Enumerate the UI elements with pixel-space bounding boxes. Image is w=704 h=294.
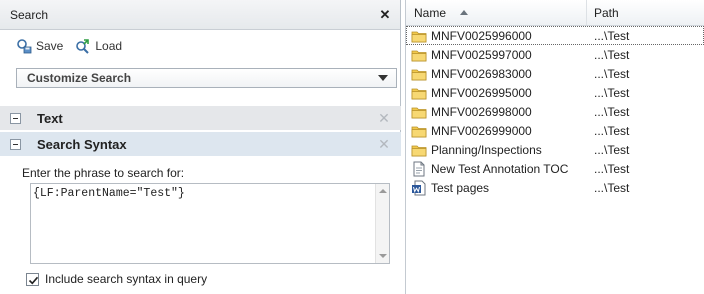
row-name-label: Planning/Inspections bbox=[431, 142, 542, 157]
cell-name: MNFV0026995000 bbox=[406, 85, 587, 101]
phrase-label: Enter the phrase to search for: bbox=[22, 166, 185, 180]
close-icon[interactable]: ✕ bbox=[378, 7, 392, 22]
remove-section-icon[interactable]: ✕ bbox=[377, 110, 391, 127]
save-button[interactable]: Save bbox=[16, 38, 63, 54]
cell-path: ...\Test bbox=[594, 85, 630, 100]
folder-icon bbox=[411, 47, 427, 63]
cell-name: MNFV0026983000 bbox=[406, 66, 587, 82]
file-list-rows: MNFV0025996000 ...\Test MNFV0025997000 ...\… bbox=[406, 26, 704, 197]
table-row[interactable]: MNFV0025996000 ...\Test bbox=[406, 26, 704, 45]
folder-icon bbox=[411, 66, 427, 82]
load-button[interactable]: Load bbox=[75, 38, 122, 54]
collapse-icon[interactable] bbox=[10, 112, 21, 124]
cell-name: New Test Annotation TOC bbox=[406, 161, 587, 177]
search-toolbar: Save Load bbox=[16, 38, 122, 54]
folder-icon bbox=[411, 142, 427, 158]
scroll-down-icon[interactable] bbox=[379, 254, 387, 258]
phrase-textarea[interactable]: {LF:ParentName="Test"} bbox=[30, 183, 390, 264]
column-name-label: Name bbox=[414, 5, 447, 20]
cell-path: ...\Test bbox=[594, 28, 630, 43]
row-name-label: Test pages bbox=[431, 180, 490, 195]
search-panel: Search ✕ Save Load Customize Search Text… bbox=[0, 0, 401, 294]
include-syntax-checkbox[interactable] bbox=[26, 272, 39, 286]
table-row[interactable]: MNFV0026998000 ...\Test bbox=[406, 102, 704, 121]
cell-path: ...\Test bbox=[594, 161, 630, 176]
search-panel-title: Search bbox=[10, 7, 49, 22]
cell-name: MNFV0025996000 bbox=[406, 28, 587, 44]
document-icon bbox=[411, 161, 427, 177]
save-icon bbox=[17, 39, 32, 54]
column-header-name[interactable]: Name bbox=[406, 0, 587, 25]
search-panel-header: Search ✕ bbox=[0, 0, 400, 30]
load-icon bbox=[76, 39, 90, 54]
cell-path: ...\Test bbox=[594, 47, 630, 62]
table-row[interactable]: MNFV0025997000 ...\Test bbox=[406, 45, 704, 64]
folder-icon bbox=[411, 123, 427, 139]
table-row[interactable]: New Test Annotation TOC ...\Test bbox=[406, 159, 704, 178]
row-name-label: MNFV0025996000 bbox=[431, 28, 532, 43]
phrase-value: {LF:ParentName="Test"} bbox=[33, 187, 185, 200]
customize-search-dropdown[interactable]: Customize Search bbox=[16, 68, 397, 88]
table-row[interactable]: MNFV0026983000 ...\Test bbox=[406, 64, 704, 83]
checkmark-icon bbox=[28, 276, 39, 284]
column-path-label: Path bbox=[594, 5, 619, 20]
cell-path: ...\Test bbox=[594, 180, 630, 195]
row-name-label: MNFV0025997000 bbox=[431, 47, 532, 62]
sort-ascending-icon bbox=[460, 10, 469, 15]
folder-icon bbox=[411, 28, 427, 44]
row-name-label: MNFV0026995000 bbox=[431, 85, 532, 100]
vertical-scrollbar[interactable] bbox=[375, 184, 389, 263]
table-row[interactable]: Test pages ...\Test bbox=[406, 178, 704, 197]
cell-path: ...\Test bbox=[594, 66, 630, 81]
row-name-label: MNFV0026998000 bbox=[431, 104, 532, 119]
search-syntax-body: Enter the phrase to search for: {LF:Pare… bbox=[0, 156, 401, 294]
cell-path: ...\Test bbox=[594, 142, 630, 157]
file-list-header: Name Path bbox=[406, 0, 704, 26]
include-syntax-checkbox-row[interactable]: Include search syntax in query bbox=[26, 272, 207, 286]
cell-name: Test pages bbox=[406, 180, 587, 196]
cell-name: MNFV0026998000 bbox=[406, 104, 587, 120]
section-search-syntax[interactable]: Search Syntax ✕ bbox=[0, 132, 401, 156]
cell-path: ...\Test bbox=[594, 104, 630, 119]
word-document-icon bbox=[411, 180, 427, 196]
cell-name: MNFV0026999000 bbox=[406, 123, 587, 139]
table-row[interactable]: Planning/Inspections ...\Test bbox=[406, 140, 704, 159]
cell-name: Planning/Inspections bbox=[406, 142, 587, 158]
table-row[interactable]: MNFV0026999000 ...\Test bbox=[406, 121, 704, 140]
customize-search-label: Customize Search bbox=[27, 71, 132, 85]
remove-section-icon[interactable]: ✕ bbox=[377, 136, 391, 153]
cell-name: MNFV0025997000 bbox=[406, 47, 587, 63]
section-text-title: Text bbox=[37, 110, 63, 126]
table-row[interactable]: MNFV0026995000 ...\Test bbox=[406, 83, 704, 102]
folder-icon bbox=[411, 104, 427, 120]
save-label: Save bbox=[36, 39, 64, 53]
include-syntax-label: Include search syntax in query bbox=[45, 272, 208, 286]
column-header-path[interactable]: Path bbox=[587, 0, 704, 25]
row-name-label: MNFV0026983000 bbox=[431, 66, 532, 81]
scroll-up-icon[interactable] bbox=[379, 189, 387, 193]
section-syntax-title: Search Syntax bbox=[37, 136, 127, 152]
row-name-label: New Test Annotation TOC bbox=[431, 161, 569, 176]
load-label: Load bbox=[95, 39, 123, 53]
collapse-icon[interactable] bbox=[10, 138, 21, 150]
cell-path: ...\Test bbox=[594, 123, 630, 138]
section-text[interactable]: Text ✕ bbox=[0, 106, 401, 130]
file-list-panel: Name Path MNFV0025996000 ...\Test MNFV0025… bbox=[405, 0, 704, 294]
chevron-down-icon bbox=[378, 75, 388, 81]
row-name-label: MNFV0026999000 bbox=[431, 123, 532, 138]
folder-icon bbox=[411, 85, 427, 101]
